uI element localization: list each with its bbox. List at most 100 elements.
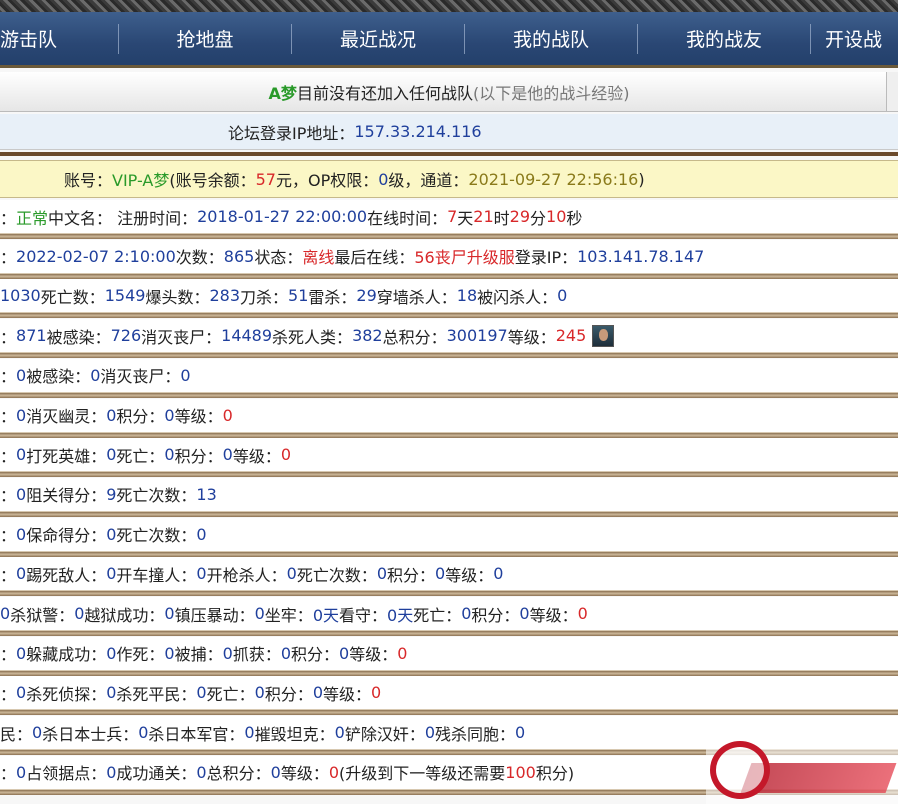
nav-item-my-friends[interactable]: 我的战友 [638, 11, 810, 67]
stat-segment: 0 [254, 604, 265, 623]
stat-segment: 0 [328, 762, 340, 782]
stat-segment: 分 [530, 208, 547, 228]
stat-segment: 0 [280, 643, 292, 663]
stat-segment: ： [0, 486, 17, 506]
stat-segment: 0 [222, 405, 233, 425]
stat-segment: 0 [222, 643, 233, 663]
stat-segment: 被捕： [174, 645, 223, 665]
stat-segment: 0 [16, 564, 27, 584]
stat-segment: 雷杀： [308, 287, 357, 307]
main-nav: 游击队 抢地盘 最近战况 我的战队 我的战友 开设战 [0, 12, 898, 68]
stat-segment: ： [0, 565, 17, 585]
stat-segment: 0 [254, 683, 265, 703]
avatar[interactable] [592, 324, 615, 347]
stat-segment: 0 [106, 445, 117, 465]
stat-segment: 0 [106, 683, 117, 703]
stat-segment: 杀狱警： [10, 605, 75, 625]
account-label: 账号： [64, 171, 113, 190]
stat-segment: 0 [180, 365, 191, 385]
stat-segment: 开枪杀人： [206, 565, 287, 585]
stat-segment: ： [0, 248, 17, 268]
logo-text-top [772, 743, 892, 757]
stat-segment: 积分： [264, 684, 313, 704]
stat-segment: 0 [371, 683, 382, 703]
stat-segment: 0 [312, 683, 324, 703]
stat-segment: 天 [457, 208, 474, 228]
stat-segment: 保命得分： [26, 526, 107, 546]
stat-segment: 726 [110, 326, 142, 346]
stat-segment: ： [0, 526, 17, 546]
stat-segment: 开车撞人： [116, 565, 197, 585]
stat-segment: 等级： [529, 605, 578, 625]
nav-item-recent-battles[interactable]: 最近战况 [292, 11, 464, 67]
stat-row: ： 0 踢死敌人： 0 开车撞人： 0 开枪杀人： 0 死亡次数： 0 积分： 0 等级： 0 [0, 557, 898, 592]
stat-segment: 民： [0, 724, 33, 744]
stat-segment: 打死英雄： [26, 446, 107, 466]
stat-segment: 作死： [116, 645, 165, 665]
stat-segment: 0 [196, 762, 207, 782]
stat-segment: 0 [196, 564, 207, 584]
stat-segment: 0 [376, 564, 388, 584]
stat-segment: 283 [209, 286, 241, 306]
nav-item-my-team[interactable]: 我的战队 [465, 11, 637, 67]
stat-segment: 中文名： 注册时间： [48, 208, 198, 228]
stat-segment: 杀日本军官： [148, 724, 245, 744]
row-divider [0, 432, 898, 438]
stat-segment: 状态： [254, 248, 303, 268]
player-name[interactable]: A梦 [269, 80, 297, 104]
stat-segment: 残杀同胞： [435, 724, 516, 744]
balance-label: (账号余额： [169, 171, 256, 190]
balance-value: 57 [255, 169, 276, 189]
account-row: 账号： VIP-A梦 (账号余额： 57 元，OP权限： 0 级，通道： 202… [0, 160, 898, 198]
stat-segment: 0 [16, 445, 27, 465]
stat-segment: 死亡数： [40, 287, 105, 307]
stat-segment: 登录IP： [514, 248, 578, 268]
stat-row: ： 0 被感染： 0 消灭丧尸： 0 [0, 358, 898, 393]
stat-segment: ： [0, 407, 17, 426]
stat-segment: 积分： [387, 565, 436, 585]
stat-segment: 占领据点： [26, 764, 107, 784]
stat-segment: 躲藏成功： [26, 645, 107, 665]
row-divider [0, 313, 898, 319]
nav-item-territory[interactable]: 抢地盘 [119, 11, 291, 67]
stat-segment: 0 [164, 604, 175, 623]
stat-segment: 7 [447, 207, 458, 226]
scrollbar[interactable] [886, 72, 898, 111]
nav-item-guerrilla[interactable]: 游击队 [0, 11, 118, 67]
stat-segment: 0 [138, 723, 149, 743]
stat-segment: 0 [196, 524, 207, 544]
stat-segment: 0 [435, 564, 446, 584]
stat-segment: 被感染： [26, 367, 91, 387]
logo-text-main [776, 765, 886, 791]
notice-subtext: (以下是他的战斗经验) [472, 83, 630, 103]
stat-row: ： 0 保命得分： 0 死亡次数： 0 [0, 517, 898, 552]
stat-segment: 积分： [174, 446, 223, 466]
stat-segment: 0 [164, 643, 175, 663]
stat-segment: ： [0, 327, 17, 347]
stat-segment: 死亡次数： [296, 565, 377, 585]
stat-segment: 865 [223, 246, 255, 266]
stat-segment: 消灭幽灵： [26, 407, 107, 426]
account-user: VIP-A梦 [112, 171, 170, 190]
stat-segment: 0天 [387, 605, 414, 625]
nav-item-create-team[interactable]: 开设战 [811, 11, 897, 67]
nav-item-label: 抢地盘 [176, 29, 234, 51]
stat-segment: 死亡： [116, 446, 165, 466]
stat-segment: 等级： [507, 327, 556, 347]
stat-segment: 抓获： [232, 645, 281, 665]
stat-segment: 积分： [116, 407, 165, 426]
stat-segment: 0 [280, 445, 292, 465]
stat-segment: 56丧尸升级服 [414, 248, 515, 268]
stat-segment: 等级： [445, 565, 494, 585]
stat-segment: 在线时间： [367, 208, 448, 228]
stat-segment: 9 [106, 484, 117, 504]
stat-segment: 0 [286, 564, 297, 584]
stat-segment: 18 [456, 286, 478, 306]
stat-segment: 0 [74, 604, 85, 623]
op-value: 0 [378, 169, 389, 189]
stat-segment: 等级： [232, 446, 281, 466]
nav-item-label: 我的战队 [512, 29, 589, 51]
stat-segment: 51 [288, 286, 309, 306]
stat-row: ： 0 阻关得分： 9 死亡次数： 13 [0, 477, 898, 512]
nav-item-label: 开设战 [825, 29, 883, 51]
